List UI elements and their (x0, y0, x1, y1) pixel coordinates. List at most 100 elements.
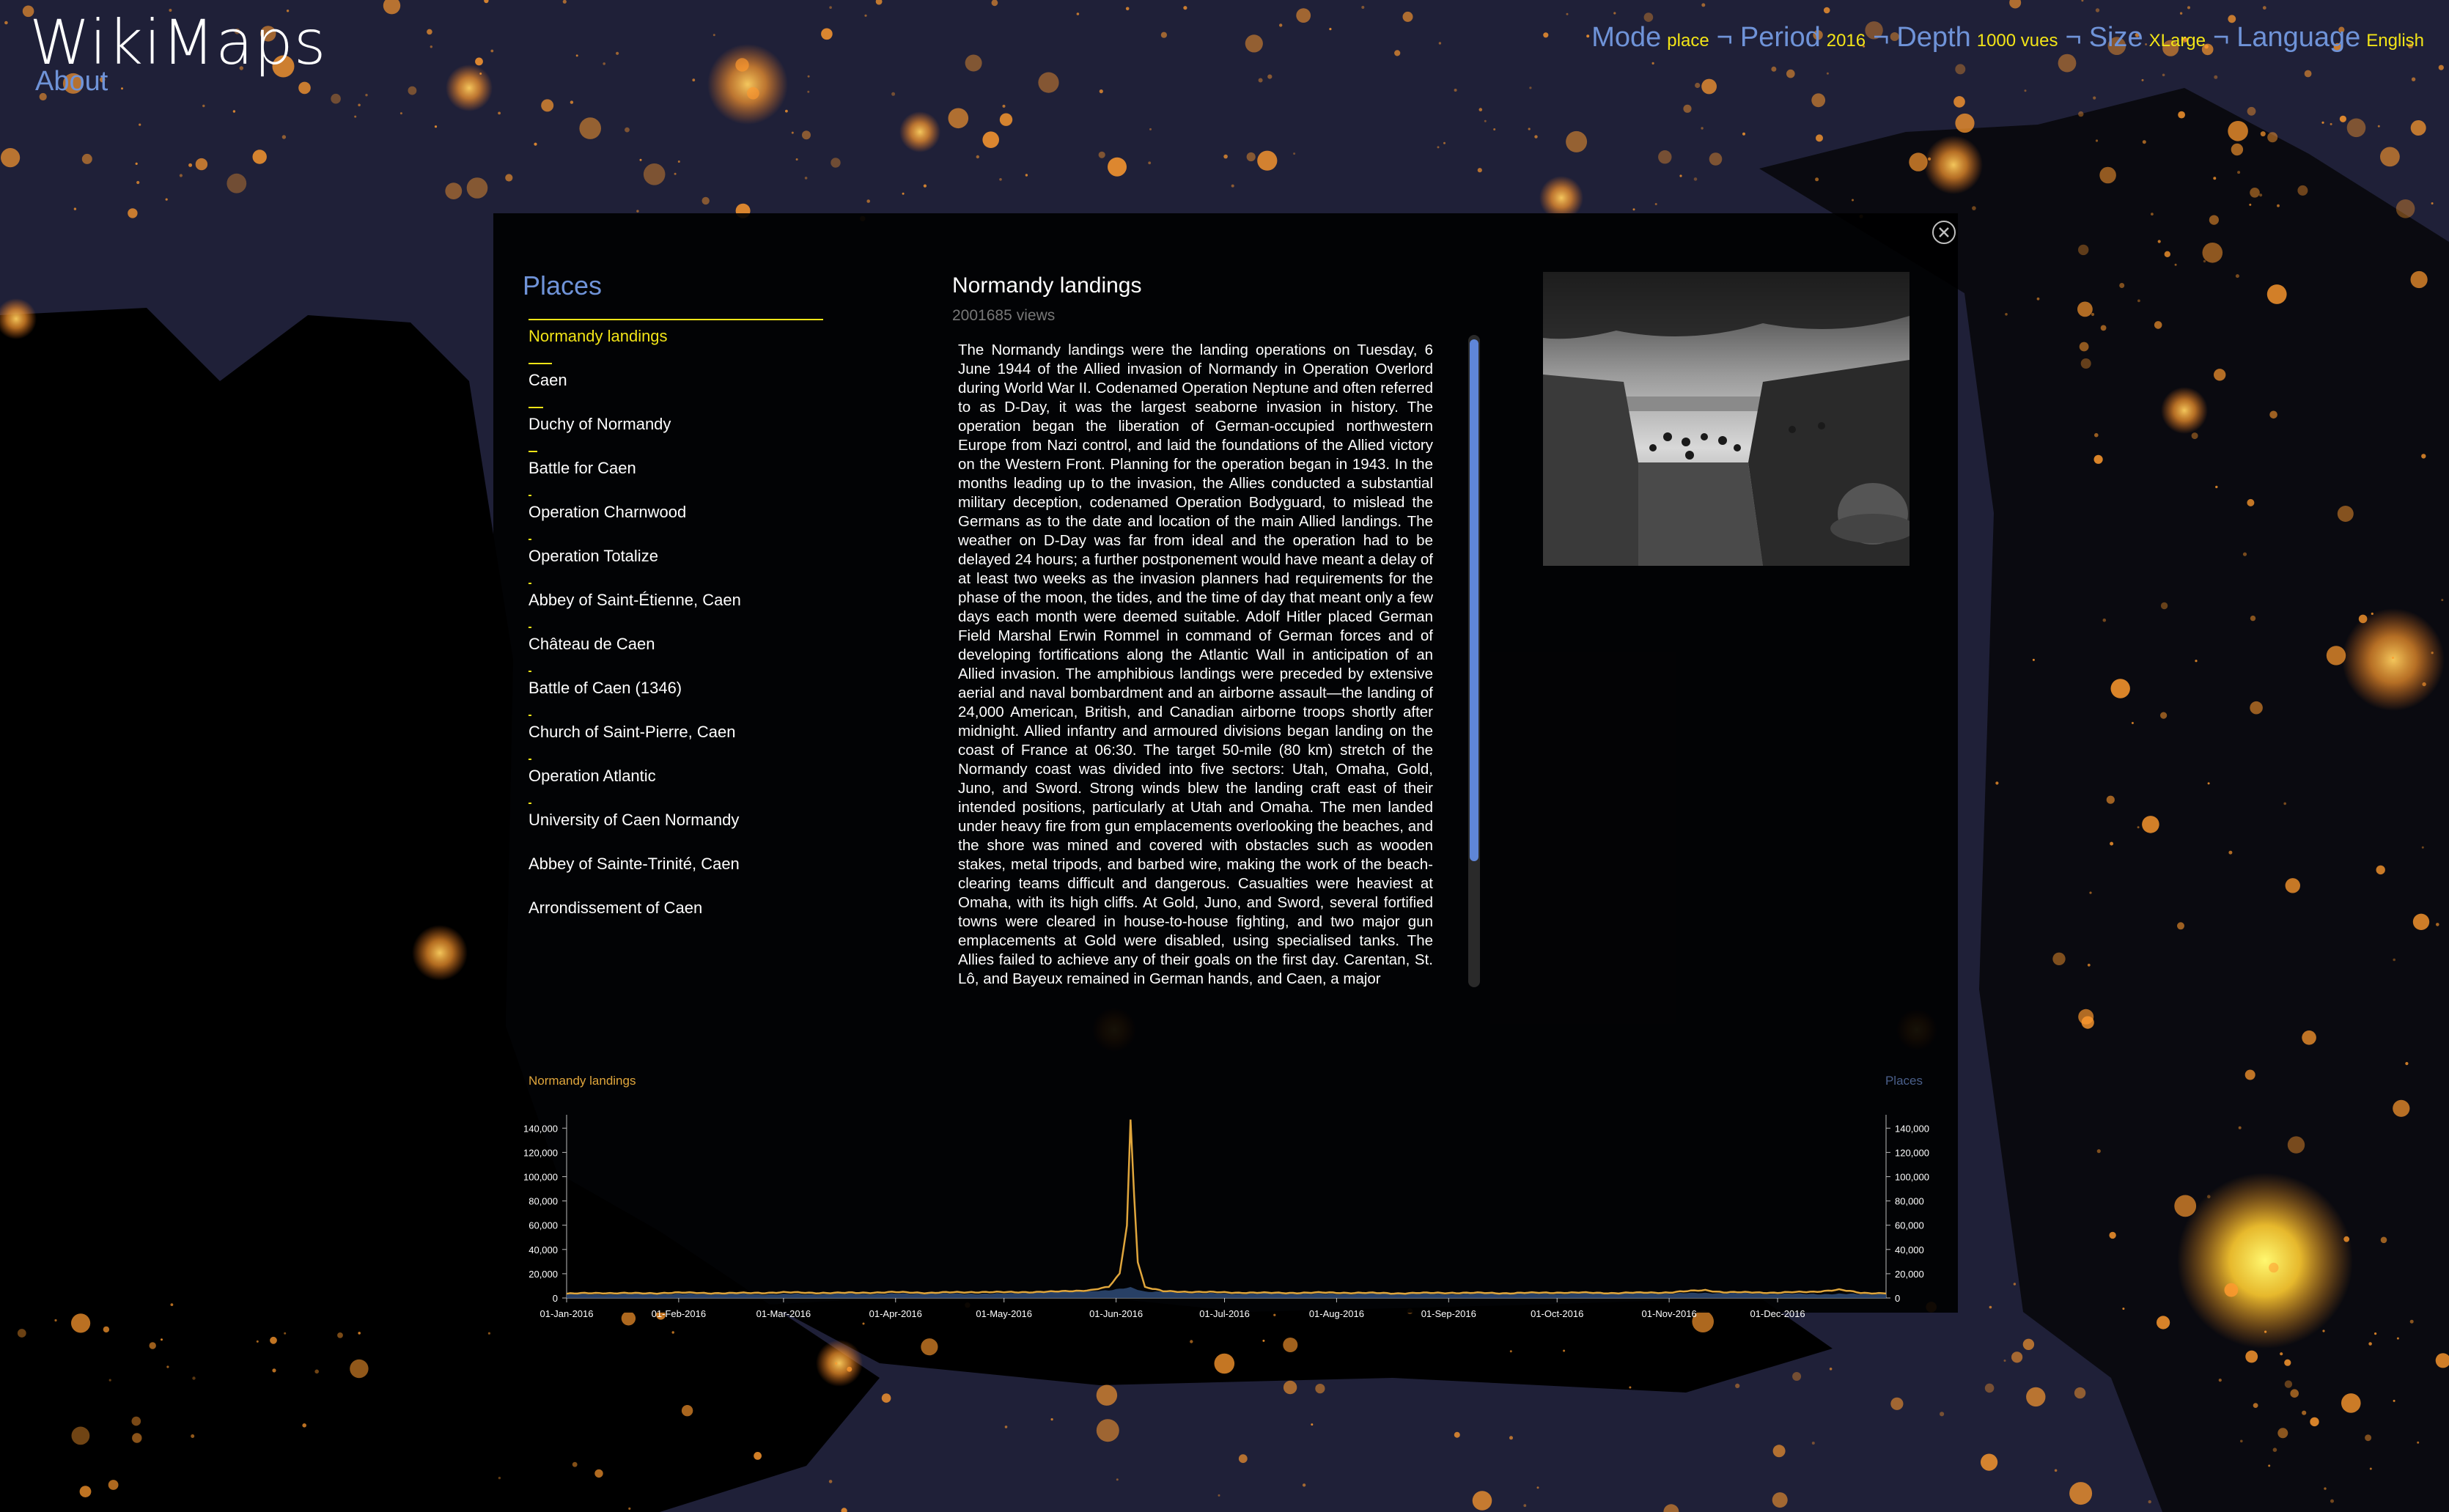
city-light (1116, 1478, 1119, 1481)
language-value[interactable]: English (2366, 31, 2424, 51)
place-label[interactable]: Operation Atlantic (529, 767, 656, 786)
city-light (847, 1366, 852, 1372)
article-text[interactable]: The Normandy landings were the landing o… (958, 341, 1433, 989)
city-light (2157, 240, 2161, 243)
city-light (1984, 1383, 1995, 1393)
y-tick-label-right: 0 (1895, 1293, 1900, 1304)
language-label[interactable]: Language (2236, 22, 2360, 53)
city-light (575, 54, 578, 57)
place-label[interactable]: Operation Totalize (529, 547, 658, 566)
city-light (902, 192, 905, 195)
city-light (192, 1376, 196, 1380)
city-light (1454, 1431, 1460, 1438)
city-light (232, 110, 236, 113)
city-light (2089, 891, 2092, 894)
city-light (1214, 1353, 1235, 1374)
city-light (1438, 42, 1442, 45)
city-light (1955, 113, 1975, 133)
city-light (2026, 1387, 2046, 1407)
place-label[interactable]: University of Caen Normandy (529, 811, 739, 830)
city-light (1709, 152, 1723, 166)
period-label[interactable]: Period (1740, 22, 1821, 53)
place-detail-panel: Places Normandy landings Caen Duchy of Nor… (493, 213, 1958, 1319)
city-light (2142, 140, 2146, 144)
city-light (1454, 89, 1457, 92)
x-tick-label: 01-Jun-2016 (1089, 1308, 1143, 1319)
article-scrollbar[interactable] (1468, 335, 1480, 987)
city-light (1099, 89, 1103, 94)
place-label[interactable]: Operation Charnwood (529, 503, 686, 522)
city-light (2100, 325, 2107, 331)
city-light (1586, 34, 1590, 38)
city-light (1566, 12, 1569, 15)
city-light (2438, 64, 2444, 70)
city-light (1654, 203, 1657, 205)
place-popularity-bar (529, 759, 532, 760)
city-light (1183, 6, 1187, 10)
place-popularity-bar (529, 363, 553, 364)
city-light (1701, 3, 1706, 7)
city-light (256, 1340, 259, 1343)
city-light (2237, 171, 2241, 174)
city-light (1811, 93, 1826, 108)
about-link[interactable]: About (35, 66, 108, 97)
period-value[interactable]: 2016 (1827, 31, 1866, 51)
city-light (1302, 1483, 1306, 1487)
city-light (2393, 1399, 2395, 1402)
y-tick-label-left: 40,000 (529, 1244, 558, 1255)
places-heading: Places (523, 270, 603, 300)
city-light (2377, 125, 2380, 128)
size-label[interactable]: Size (2089, 22, 2143, 53)
city-light (1296, 8, 1311, 23)
city-light (350, 1359, 369, 1379)
close-button[interactable] (1932, 221, 1956, 244)
mode-value[interactable]: place (1667, 31, 1709, 51)
city-light (1693, 177, 1698, 181)
place-label[interactable]: Château de Caen (529, 635, 655, 654)
city-light (816, 1340, 863, 1387)
city-light (1050, 1418, 1053, 1421)
mode-label[interactable]: Mode (1591, 22, 1661, 53)
city-light (1245, 34, 1263, 53)
city-light (785, 109, 788, 113)
place-label[interactable]: Church of Saint-Pierre, Caen (529, 723, 735, 742)
city-light (2013, 1283, 2017, 1286)
article-photo (1543, 272, 1910, 566)
place-item[interactable]: Normandy landings (529, 319, 829, 380)
city-light (2346, 118, 2366, 138)
depth-label[interactable]: Depth (1896, 22, 1970, 53)
place-popularity-bar (529, 495, 532, 496)
city-light (2321, 121, 2324, 124)
scrollbar-thumb[interactable] (1470, 339, 1478, 861)
views-timeline-chart[interactable]: Normandy landings Places 0 0 20,000 20,000 40,… (493, 1063, 1958, 1327)
city-light (1257, 150, 1278, 171)
city-light (166, 1365, 169, 1368)
size-value[interactable]: XLarge (2149, 31, 2206, 51)
place-label[interactable]: Arrondissement of Caen (529, 899, 702, 918)
place-label[interactable]: Caen (529, 371, 567, 390)
city-light (2417, 1441, 2420, 1444)
place-label[interactable]: Abbey of Saint-Étienne, Caen (529, 591, 741, 610)
place-label[interactable]: Battle for Caen (529, 459, 636, 478)
city-light (1477, 168, 1482, 173)
city-light (358, 1332, 361, 1335)
city-light (921, 1338, 938, 1356)
city-light (498, 111, 501, 115)
city-light (2242, 552, 2247, 556)
place-item[interactable]: Arrondissement of Caen (529, 899, 829, 952)
city-light (430, 45, 432, 48)
place-label[interactable]: Normandy landings (529, 327, 668, 346)
city-light (161, 1338, 163, 1341)
city-light (1218, 1494, 1220, 1497)
city-light (572, 1461, 578, 1467)
y-tick-label-right: 60,000 (1895, 1220, 1924, 1231)
place-label[interactable]: Abbey of Sainte-Trinité, Caen (529, 855, 740, 874)
city-light (1108, 157, 1127, 177)
city-light (2151, 213, 2154, 215)
city-light (202, 104, 205, 108)
place-label[interactable]: Duchy of Normandy (529, 415, 671, 434)
place-label[interactable]: Battle of Caen (1346) (529, 679, 682, 698)
city-light (2032, 658, 2035, 661)
depth-value[interactable]: 1000 vues (1977, 31, 2058, 51)
city-light (131, 1416, 141, 1426)
